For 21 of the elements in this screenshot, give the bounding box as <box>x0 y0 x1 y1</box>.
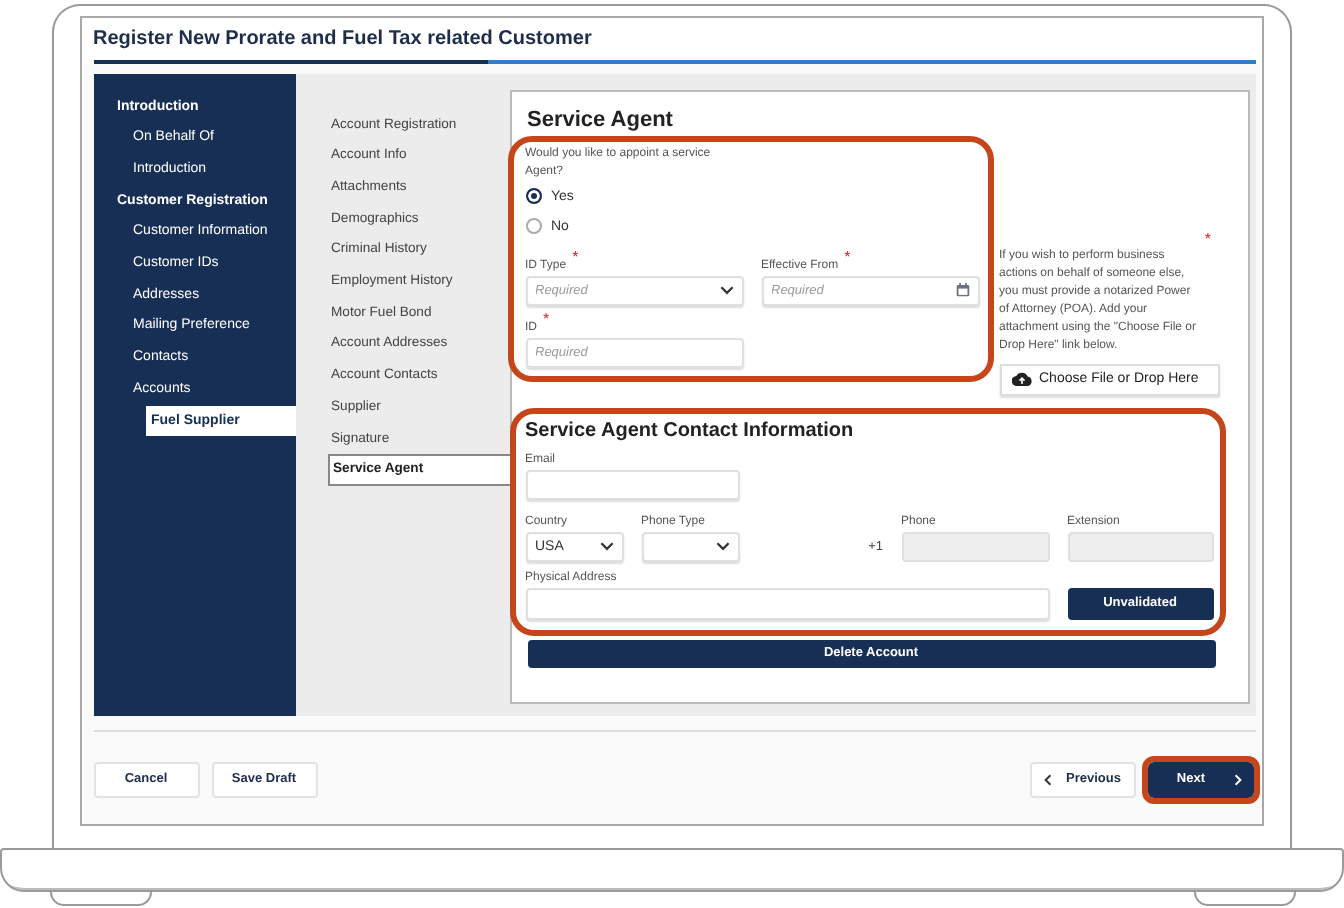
input-field[interactable] <box>525 469 739 499</box>
chevron-down-icon <box>715 541 729 551</box>
required-asterisk: * <box>543 311 550 327</box>
required-asterisk: * <box>1204 231 1211 247</box>
cloud-upload-icon <box>1011 372 1031 386</box>
radio-button[interactable] <box>525 188 541 204</box>
chevron-down-icon <box>719 285 733 295</box>
window-title: Register New Prorate and Fuel Tax related Customer <box>93 25 594 53</box>
chevron-down-icon <box>599 541 613 551</box>
required-asterisk: * <box>844 249 851 265</box>
section-heading: Service Agent Contact Information <box>525 417 856 443</box>
radio-button[interactable] <box>525 218 541 234</box>
chevron-right-icon <box>1233 773 1241 785</box>
section-heading: Service Agent <box>527 105 675 133</box>
laptop-foot <box>1194 892 1296 906</box>
input-field[interactable] <box>525 587 1049 619</box>
dropdown[interactable] <box>641 531 739 561</box>
chevron-left-icon <box>1043 773 1051 785</box>
laptop-foot <box>50 892 152 906</box>
required-asterisk: * <box>572 249 579 265</box>
calendar-icon <box>955 283 969 297</box>
